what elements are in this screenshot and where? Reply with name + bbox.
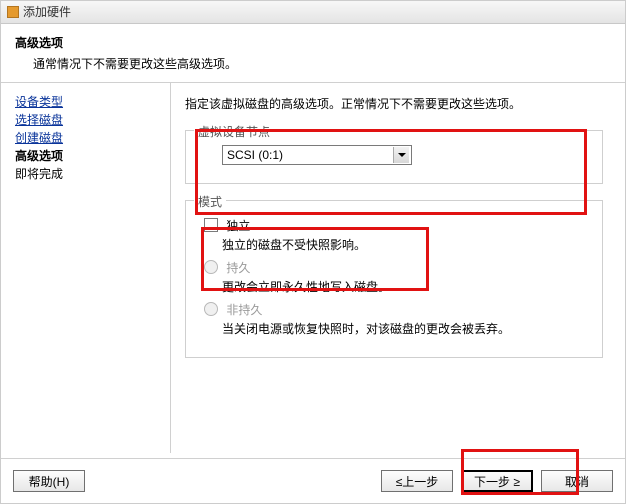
sidebar-step-device-type[interactable]: 设备类型 xyxy=(15,93,170,111)
independent-desc: 独立的磁盘不受快照影响。 xyxy=(222,236,590,253)
content-description: 指定该虚拟磁盘的高级选项。正常情况下不需要更改这些选项。 xyxy=(185,95,609,112)
nonpersistent-option: 非持久 xyxy=(204,301,590,318)
wizard-steps-sidebar: 设备类型 选择磁盘 创建磁盘 高级选项 即将完成 xyxy=(1,83,171,453)
group-legend-node: 虚拟设备节点 xyxy=(194,123,274,140)
window-title: 添加硬件 xyxy=(23,1,71,23)
wizard-body: 设备类型 选择磁盘 创建磁盘 高级选项 即将完成 指定该虚拟磁盘的高级选项。正常… xyxy=(1,83,625,453)
app-icon xyxy=(7,6,19,18)
title-bar: 添加硬件 xyxy=(1,1,625,24)
help-button[interactable]: 帮助(H) xyxy=(13,470,85,492)
independent-label: 独立 xyxy=(226,219,250,233)
group-legend-mode: 模式 xyxy=(194,193,226,210)
back-button[interactable]: ≤上一步 xyxy=(381,470,453,492)
mode-group: 模式 独立 独立的磁盘不受快照影响。 持久 更改会立即永久性地写入磁盘。 非持久… xyxy=(185,200,603,358)
page-title: 高级选项 xyxy=(15,34,611,51)
cancel-button[interactable]: 取消 xyxy=(541,470,613,492)
page-subtitle: 通常情况下不需要更改这些高级选项。 xyxy=(33,55,611,72)
checkbox-icon xyxy=(204,218,218,232)
independent-option[interactable]: 独立 xyxy=(204,217,590,234)
device-node-value: SCSI (0:1) xyxy=(227,148,283,162)
next-button[interactable]: 下一步 ≥ xyxy=(461,470,533,492)
radio-icon xyxy=(204,260,218,274)
radio-icon xyxy=(204,302,218,316)
sidebar-step-select-disk[interactable]: 选择磁盘 xyxy=(15,111,170,129)
sidebar-step-finish: 即将完成 xyxy=(15,165,170,183)
nonpersistent-desc: 当关闭电源或恢复快照时，对该磁盘的更改会被丢弃。 xyxy=(222,320,590,337)
nonpersistent-label: 非持久 xyxy=(226,303,262,317)
wizard-window: 添加硬件 高级选项 通常情况下不需要更改这些高级选项。 设备类型 选择磁盘 创建… xyxy=(0,0,626,504)
sidebar-step-advanced: 高级选项 xyxy=(15,147,170,165)
chevron-down-icon xyxy=(393,147,409,163)
virtual-device-node-group: 虚拟设备节点 SCSI (0:1) xyxy=(185,130,603,184)
persistent-desc: 更改会立即永久性地写入磁盘。 xyxy=(222,278,590,295)
wizard-footer: 帮助(H) ≤上一步 下一步 ≥ 取消 xyxy=(1,458,625,503)
device-node-select[interactable]: SCSI (0:1) xyxy=(222,145,412,165)
wizard-header: 高级选项 通常情况下不需要更改这些高级选项。 xyxy=(1,24,625,80)
persistent-label: 持久 xyxy=(226,261,250,275)
sidebar-step-create-disk[interactable]: 创建磁盘 xyxy=(15,129,170,147)
wizard-content: 指定该虚拟磁盘的高级选项。正常情况下不需要更改这些选项。 虚拟设备节点 SCSI… xyxy=(171,83,625,453)
persistent-option: 持久 xyxy=(204,259,590,276)
